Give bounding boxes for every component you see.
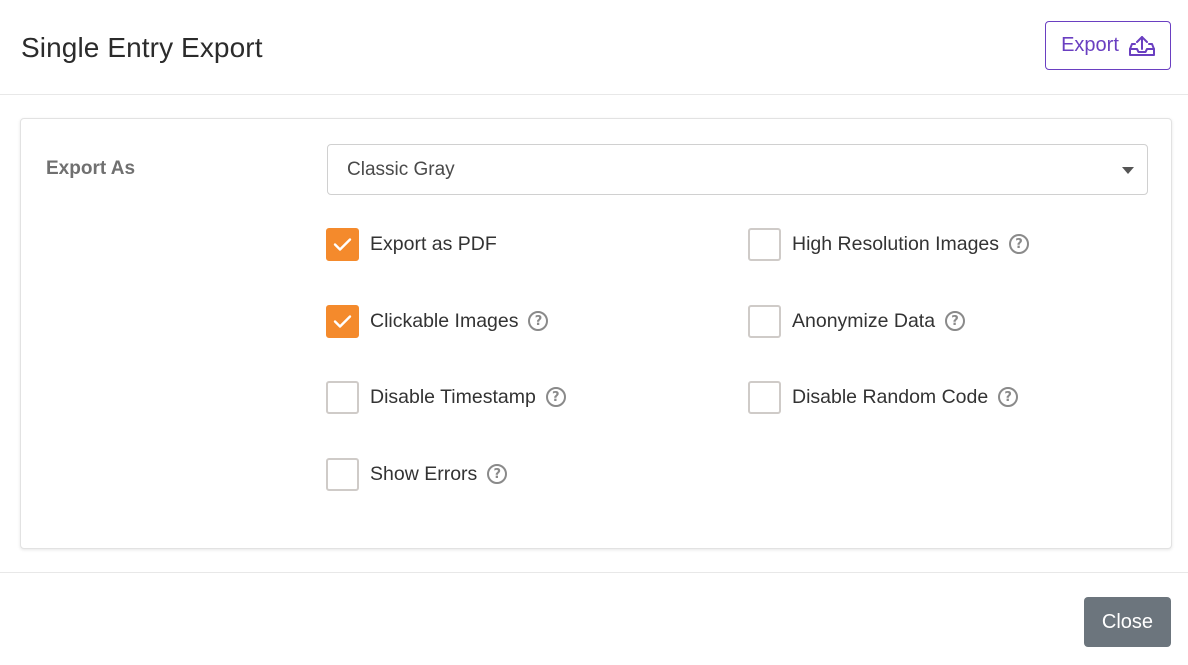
option-disable-timestamp[interactable]: Disable Timestamp ?	[326, 380, 566, 414]
footer-divider	[0, 572, 1188, 573]
single-entry-export-dialog: Single Entry Export Export Export As Cla…	[0, 0, 1188, 665]
option-label: Show Errors	[370, 462, 478, 485]
caret-down-icon	[1122, 167, 1134, 174]
checkbox-high-resolution-images[interactable]	[748, 227, 781, 261]
close-button[interactable]: Close	[1084, 597, 1171, 647]
option-clickable-images[interactable]: Clickable Images ?	[326, 304, 549, 338]
question-circle-icon[interactable]: ?	[945, 311, 966, 331]
checkbox-show-errors[interactable]	[326, 457, 359, 491]
option-label: High Resolution Images	[792, 232, 1000, 255]
question-circle-icon[interactable]: ?	[545, 387, 566, 407]
checkmark-icon	[333, 237, 352, 251]
dialog-header: Single Entry Export Export	[0, 0, 1188, 95]
export-button[interactable]: Export	[1045, 21, 1171, 70]
option-label: Anonymize Data	[792, 309, 936, 332]
export-settings-card: Export As Classic Gray Export as PDF Hig…	[20, 118, 1172, 549]
checkbox-disable-timestamp[interactable]	[326, 380, 359, 414]
export-button-label: Export	[1061, 34, 1119, 56]
export-as-select-value: Classic Gray	[347, 159, 455, 180]
dialog-title: Single Entry Export	[21, 32, 263, 63]
question-circle-icon[interactable]: ?	[1009, 234, 1030, 254]
checkmark-icon	[333, 314, 352, 328]
checkbox-export-as-pdf[interactable]	[326, 227, 359, 261]
export-as-label: Export As	[46, 158, 136, 179]
question-circle-icon[interactable]: ?	[998, 387, 1019, 407]
checkbox-clickable-images[interactable]	[326, 304, 359, 338]
option-label: Export as PDF	[370, 232, 497, 255]
option-export-as-pdf[interactable]: Export as PDF	[326, 227, 497, 261]
question-circle-icon[interactable]: ?	[487, 464, 508, 484]
option-label: Clickable Images	[370, 309, 519, 332]
checkbox-disable-random-code[interactable]	[748, 380, 781, 414]
option-show-errors[interactable]: Show Errors ?	[326, 457, 508, 491]
option-disable-random-code[interactable]: Disable Random Code ?	[748, 380, 1019, 414]
upload-tray-icon	[1128, 35, 1155, 56]
option-high-resolution-images[interactable]: High Resolution Images ?	[748, 227, 1030, 261]
option-label: Disable Random Code	[792, 385, 989, 408]
export-as-select[interactable]: Classic Gray	[327, 144, 1148, 195]
checkbox-anonymize-data[interactable]	[748, 304, 781, 338]
option-label: Disable Timestamp	[370, 385, 536, 408]
question-circle-icon[interactable]: ?	[528, 311, 549, 331]
option-anonymize-data[interactable]: Anonymize Data ?	[748, 304, 966, 338]
